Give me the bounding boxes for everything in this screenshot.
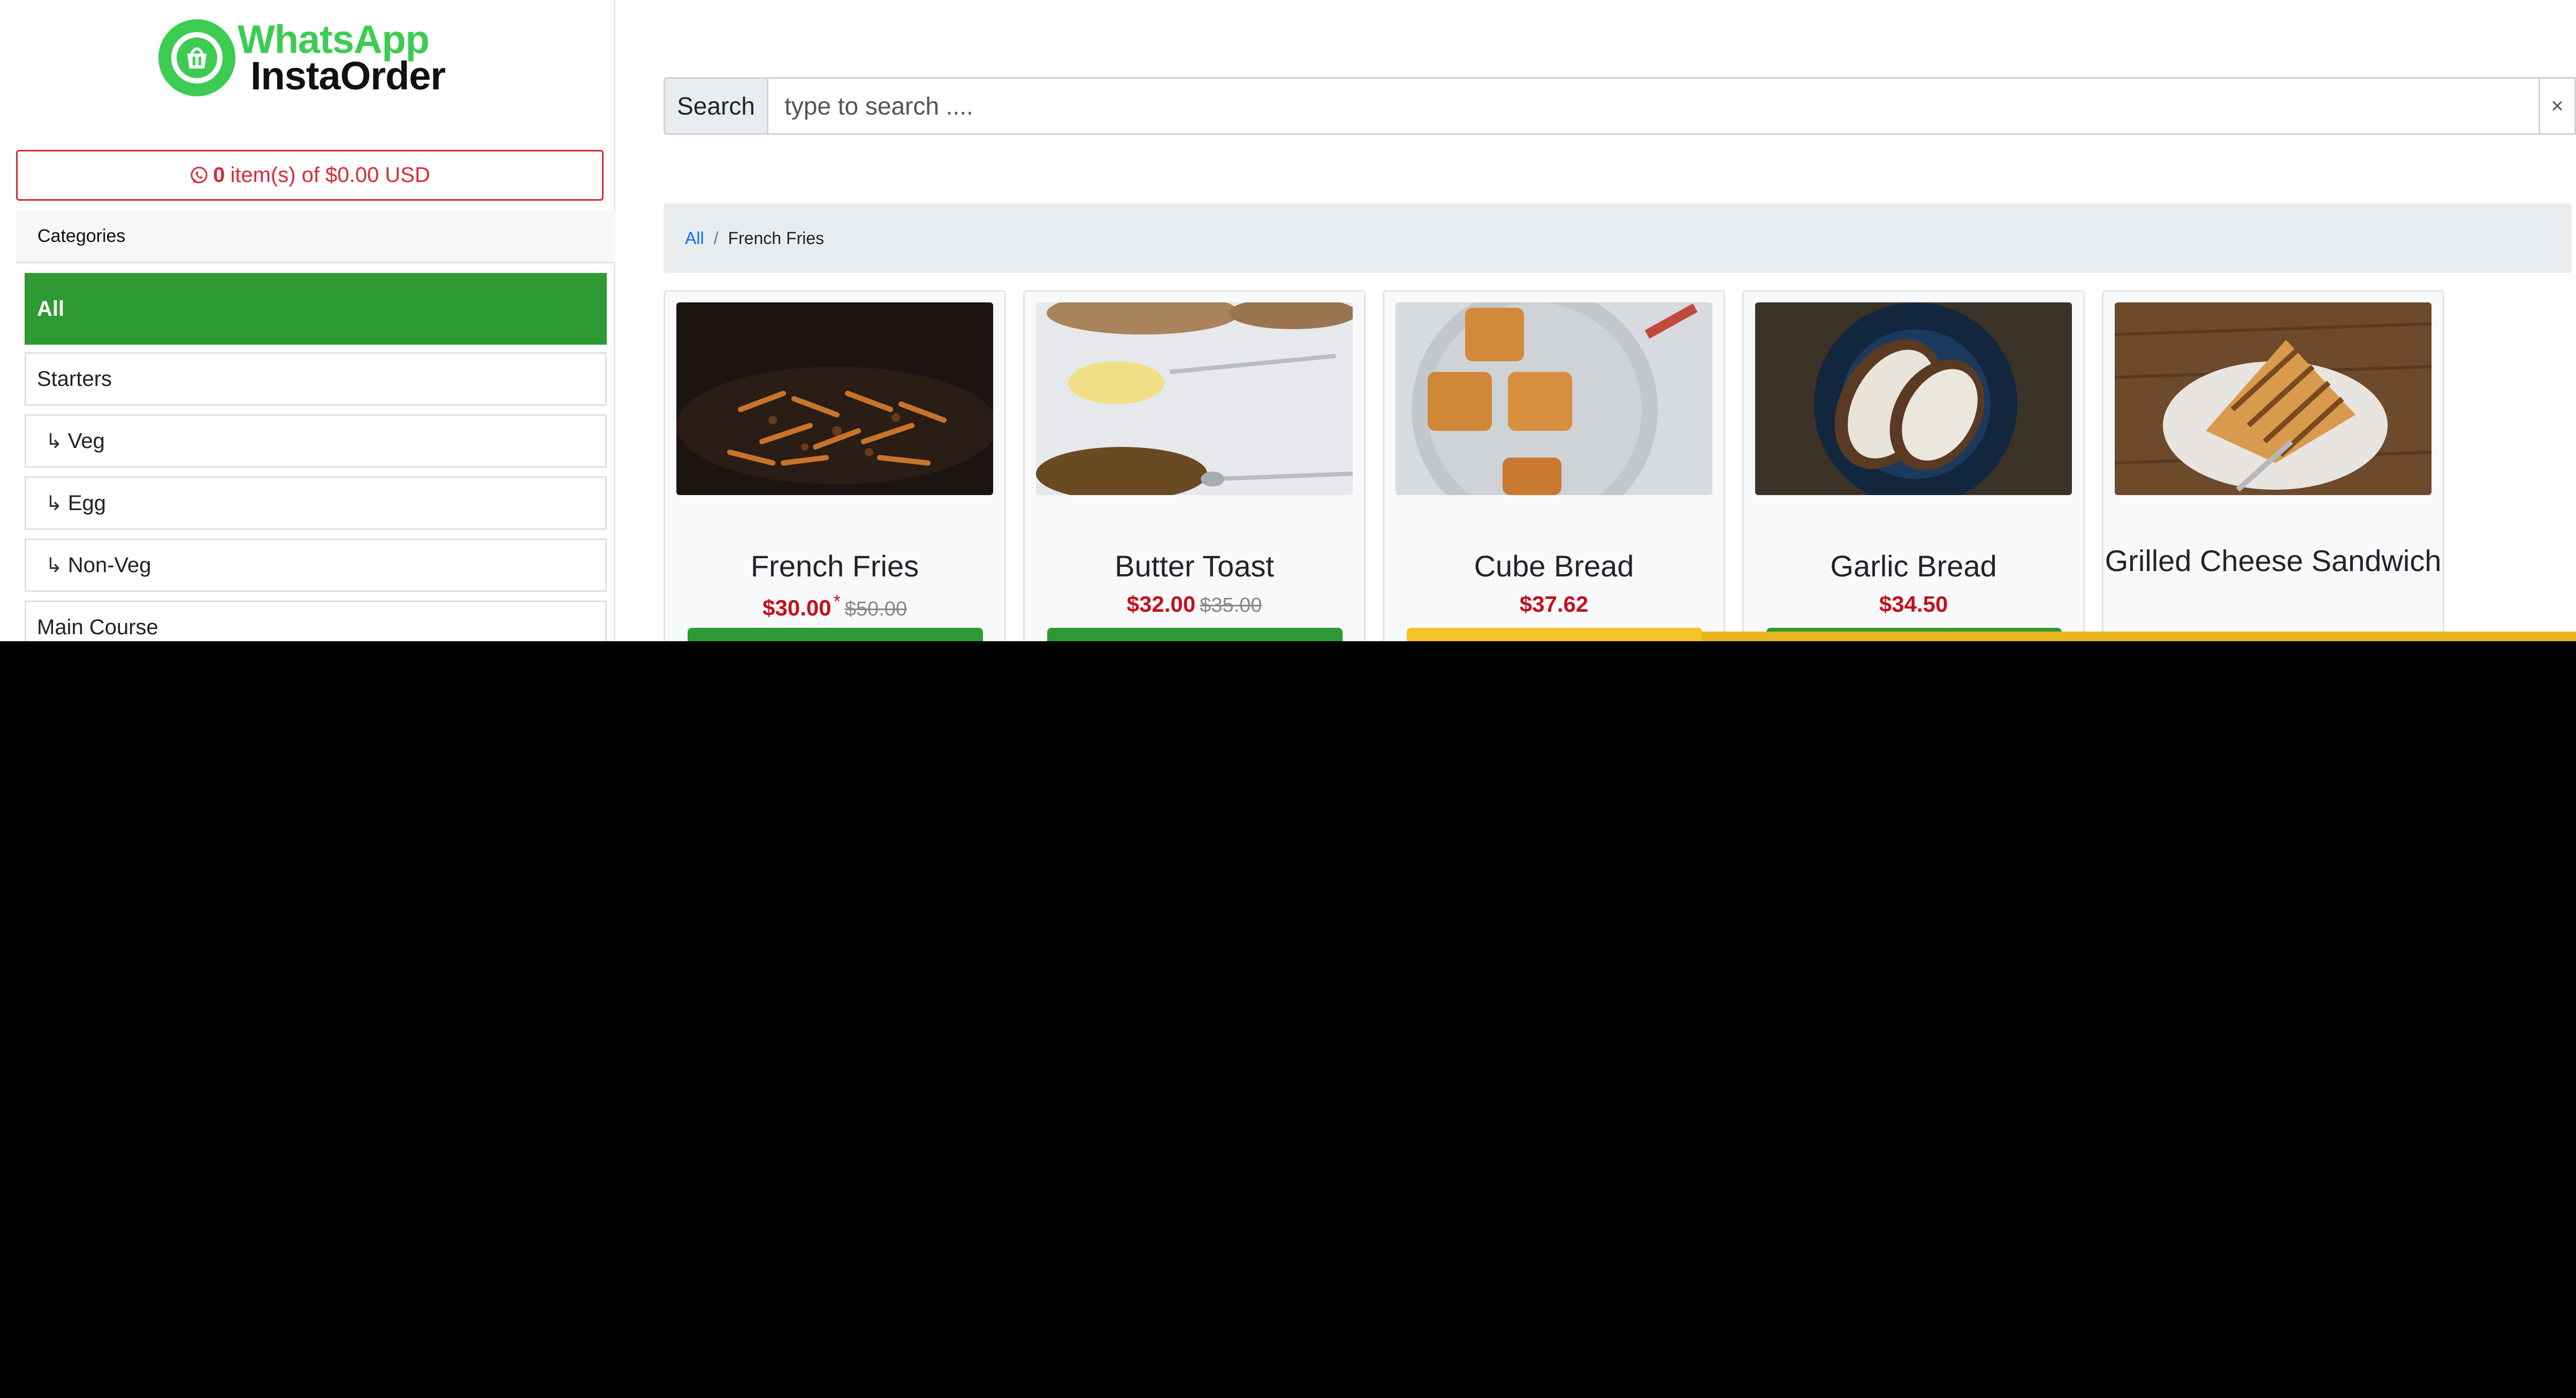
product-card-garlic-bread[interactable]: Garlic Bread $34.50 xyxy=(1742,290,2085,641)
search-input[interactable] xyxy=(768,77,2539,135)
product-prices: $34.50 xyxy=(1744,591,2083,617)
cube-bread-photo[interactable] xyxy=(1396,302,1712,495)
product-price: $30.00 xyxy=(763,595,832,620)
category-label: Starters xyxy=(37,367,112,391)
featured-star: * xyxy=(833,591,841,612)
notification-bar xyxy=(1702,632,2576,641)
cart-summary-text: item(s) of $0.00 USD xyxy=(230,163,430,187)
breadcrumb-separator: / xyxy=(713,228,719,248)
subcategory-arrow-icon: ↳ xyxy=(45,554,63,577)
add-to-cart-button[interactable] xyxy=(1407,628,1702,641)
product-price: $37.62 xyxy=(1519,591,1589,617)
search-label: Search xyxy=(664,77,768,135)
category-all[interactable]: All xyxy=(25,273,607,345)
product-name: French Fries xyxy=(750,549,919,583)
category-egg[interactable]: ↳ Egg xyxy=(25,476,607,530)
category-starters[interactable]: Starters xyxy=(25,352,607,406)
sidebar: WhatsApp InstaOrder 0 item(s) of $0.00 U… xyxy=(0,0,615,641)
app-page: WhatsApp InstaOrder 0 item(s) of $0.00 U… xyxy=(0,0,2576,641)
category-main-course[interactable]: Main Course xyxy=(25,601,607,641)
product-name: Butter Toast xyxy=(1115,549,1274,583)
product-name: Cube Bread xyxy=(1474,549,1634,583)
category-veg[interactable]: ↳ Veg xyxy=(25,414,607,468)
product-name: Grilled Cheese Sandwich xyxy=(2105,544,2442,578)
category-label: All xyxy=(37,297,65,321)
sandwich-photo[interactable] xyxy=(2115,302,2432,495)
toast-photo[interactable] xyxy=(1036,302,1353,495)
product-card-french-fries[interactable]: French Fries $30.00 * $50.00 xyxy=(664,290,1006,641)
whatsapp-icon xyxy=(190,166,208,183)
product-card-butter-toast[interactable]: Butter Toast $32.00 $35.00 xyxy=(1023,290,1366,641)
clear-search-icon[interactable]: × xyxy=(2539,77,2576,135)
brand-logo[interactable]: WhatsApp InstaOrder xyxy=(158,19,458,96)
product-old-price: $50.00 xyxy=(844,598,907,620)
breadcrumb: All / French Fries xyxy=(664,203,2572,273)
category-non-veg[interactable]: ↳ Non-Veg xyxy=(25,538,607,592)
product-price: $34.50 xyxy=(1879,591,1948,617)
categories-header: Categories xyxy=(16,211,615,263)
product-card-grilled-cheese-sandwich[interactable]: Grilled Cheese Sandwich xyxy=(2102,290,2444,641)
add-to-cart-button[interactable] xyxy=(688,628,983,641)
product-old-price: $35.00 xyxy=(1200,594,1262,617)
whatsapp-basket-icon xyxy=(158,19,235,96)
brand-name-line2: InstaOrder xyxy=(250,54,446,98)
product-price: $32.00 xyxy=(1126,591,1196,617)
category-label: Main Course xyxy=(37,615,158,639)
category-label: Egg xyxy=(67,491,106,515)
subcategory-arrow-icon: ↳ xyxy=(45,492,63,515)
product-name: Garlic Bread xyxy=(1830,549,1997,583)
garlic-bread-photo[interactable] xyxy=(1755,302,2072,495)
product-prices: $32.00 $35.00 xyxy=(1025,591,1364,617)
fries-photo[interactable] xyxy=(676,302,993,495)
product-card-cube-bread[interactable]: Cube Bread $37.62 xyxy=(1383,290,1725,641)
cart-summary-button[interactable]: 0 item(s) of $0.00 USD xyxy=(16,150,604,201)
subcategory-arrow-icon: ↳ xyxy=(45,430,63,453)
breadcrumb-root-link[interactable]: All xyxy=(685,229,704,248)
add-to-cart-button[interactable] xyxy=(1047,628,1343,641)
product-prices: $30.00 * $50.00 xyxy=(665,591,1004,621)
breadcrumb-current: French Fries xyxy=(728,228,825,248)
cart-item-count: 0 xyxy=(213,163,225,187)
search-bar: Search × xyxy=(664,77,2576,135)
product-prices: $37.62 xyxy=(1384,591,1724,617)
category-label: Veg xyxy=(67,429,105,453)
category-label: Non-Veg xyxy=(67,553,151,577)
